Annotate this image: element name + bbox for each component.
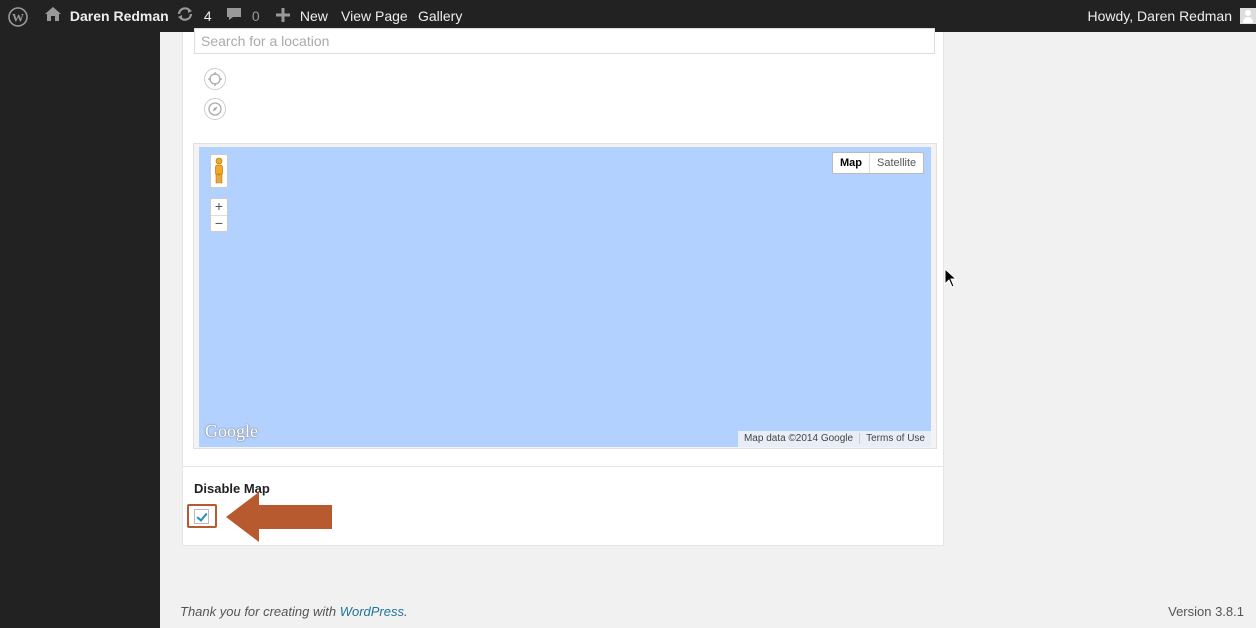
updates-icon [176, 1, 194, 33]
footer-version: Version 3.8.1 [1168, 604, 1244, 619]
zoom-out-button[interactable]: − [211, 216, 227, 232]
map-data-credit: Map data ©2014 Google [743, 433, 854, 444]
mouse-cursor-icon [944, 268, 958, 288]
crosshair-icon [208, 72, 222, 86]
map-type-map-button[interactable]: Map [833, 153, 870, 173]
location-search-input[interactable] [194, 28, 935, 54]
map-container: + − Map Satellite Google Map data ©2014 G… [193, 143, 937, 449]
pegman-icon [215, 157, 223, 184]
checkbox-highlight [187, 504, 217, 528]
map-type-control: Map Satellite [832, 152, 925, 174]
svg-text:W: W [12, 11, 24, 25]
annotation-arrow-icon [226, 492, 332, 542]
map-attribution: Map data ©2014 Google Terms of Use [737, 431, 931, 447]
footer-thanks: Thank you for creating with WordPress. [180, 604, 408, 619]
google-map[interactable]: + − Map Satellite Google Map data ©2014 G… [199, 147, 931, 447]
location-metabox: + − MapSatellite Google Map data ©2014 G… [182, 28, 944, 546]
google-logo: Google [205, 421, 258, 441]
home-icon [44, 1, 62, 33]
admin-sidebar [0, 32, 160, 628]
updates-count: 4 [203, 8, 212, 24]
comments-count: 0 [251, 8, 260, 24]
zoom-in-button[interactable]: + [211, 199, 227, 216]
map-type-satellite-button[interactable]: Satellite [870, 153, 923, 173]
site-name-menu[interactable]: Daren Redman [44, 0, 169, 32]
my-account-menu[interactable]: Howdy, Daren Redman [1088, 0, 1232, 32]
site-name: Daren Redman [69, 8, 169, 24]
zoom-control: + − [210, 198, 228, 232]
new-label: New [299, 8, 328, 24]
footer-thanks-suffix: . [404, 604, 408, 619]
wordpress-logo-icon[interactable]: W [8, 0, 28, 32]
footer-thanks-prefix: Thank you for creating with [180, 604, 340, 619]
current-location-button[interactable] [204, 68, 226, 90]
divider [183, 466, 943, 467]
wordpress-link[interactable]: WordPress [340, 604, 404, 619]
avatar[interactable] [1240, 8, 1256, 24]
compass-icon [208, 102, 222, 116]
disable-map-checkbox[interactable] [194, 509, 209, 524]
street-view-pegman[interactable] [210, 154, 228, 188]
terms-of-use-link[interactable]: Terms of Use [860, 433, 931, 444]
compass-button[interactable] [204, 98, 226, 120]
howdy-label: Howdy, Daren Redman [1087, 8, 1232, 24]
